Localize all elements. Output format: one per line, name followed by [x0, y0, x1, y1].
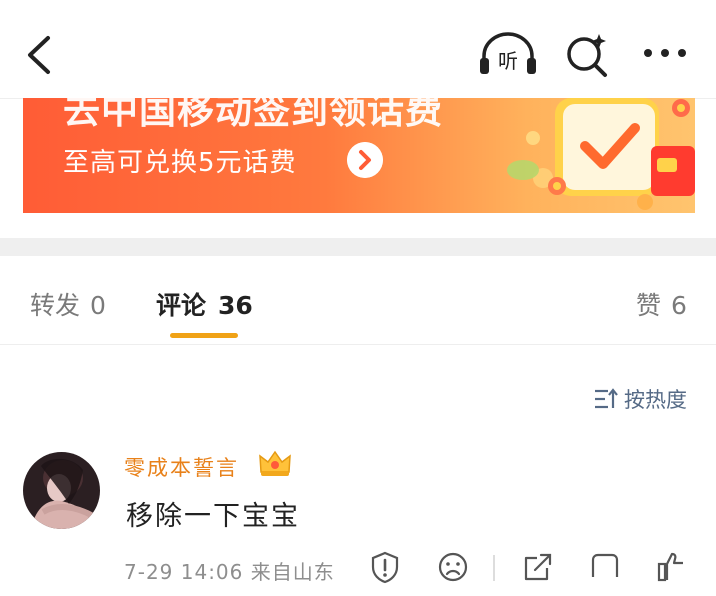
tab-count: 0 — [90, 291, 106, 320]
banner-subtitle: 至高可兑换5元话费 — [63, 148, 297, 178]
tab-count: 36 — [218, 291, 253, 320]
tab-label: 转发 — [30, 291, 81, 320]
tab-count: 6 — [671, 291, 687, 320]
user-avatar-image — [23, 452, 100, 529]
more-icon[interactable] — [640, 38, 690, 68]
like-thumb-icon[interactable] — [655, 550, 689, 584]
chevron-right-circle-icon — [347, 142, 383, 178]
banner-title: 去中国移动签到领话费 — [63, 98, 443, 132]
top-nav-bar: 听 — [0, 0, 716, 99]
comment-username[interactable]: 零成本誓言 — [124, 452, 239, 482]
tab-comments[interactable]: 评论 36 — [156, 286, 253, 322]
search-sparkle-icon[interactable] — [562, 30, 612, 80]
interaction-tabs: 转发 0 评论 36 赞6 — [0, 256, 716, 345]
tab-label: 赞 — [636, 291, 662, 320]
report-shield-icon[interactable] — [368, 550, 402, 584]
comment-icon[interactable] — [588, 550, 622, 584]
sort-label: 按热度 — [624, 388, 687, 412]
share-icon[interactable] — [521, 550, 555, 584]
sort-by-hot-button[interactable]: 按热度 — [594, 384, 687, 414]
headphones-listen-icon: 听 — [480, 32, 536, 74]
promo-banner[interactable]: 去中国移动签到领话费 至高可兑换5元话费 — [23, 98, 695, 213]
comment-text: 移除一下宝宝 — [126, 501, 300, 532]
tab-label: 评论 — [156, 291, 207, 320]
listen-label: 听 — [498, 49, 518, 73]
sort-icon — [595, 388, 618, 409]
section-separator — [0, 238, 716, 256]
sad-face-icon[interactable] — [436, 550, 470, 584]
crown-badge-icon — [259, 450, 291, 476]
action-divider — [493, 555, 495, 581]
calendar-checkmark-illustration — [507, 98, 695, 210]
avatar[interactable] — [23, 452, 100, 529]
tab-reposts[interactable]: 转发 0 — [30, 286, 106, 322]
listen-button[interactable]: 听 — [478, 32, 538, 76]
chevron-left-icon[interactable] — [22, 30, 62, 80]
tab-likes[interactable]: 赞6 — [636, 286, 687, 322]
comment-meta: 7-29 14:06 来自山东 — [124, 560, 335, 584]
active-tab-indicator — [170, 333, 238, 338]
